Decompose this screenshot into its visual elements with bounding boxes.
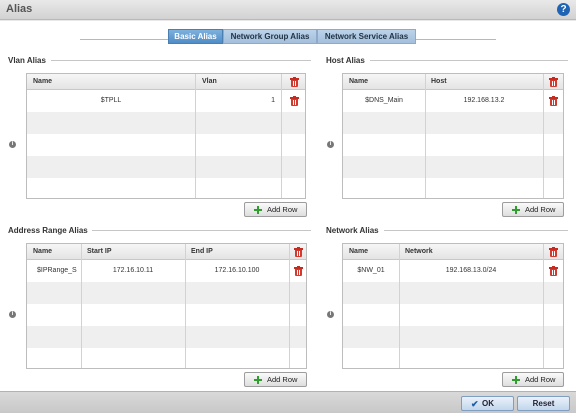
delete-all-trash-icon[interactable] — [294, 247, 303, 257]
address-range-name-cell[interactable]: $IPRange_S — [37, 260, 81, 282]
table-row-empty — [27, 326, 306, 348]
table-header — [27, 244, 306, 260]
delete-row-trash-icon[interactable] — [549, 266, 558, 276]
host-alias-title: Host Alias — [326, 56, 365, 65]
table-row-empty — [343, 304, 563, 326]
host-alias-name-cell[interactable]: $DNS_Main — [343, 90, 425, 112]
ok-button[interactable]: ✔ OK — [461, 396, 514, 411]
network-alias-name-cell[interactable]: $NW_01 — [343, 260, 399, 282]
tab-network-group-alias[interactable]: Network Group Alias — [223, 29, 317, 44]
info-icon: i — [327, 311, 334, 318]
column-header-name[interactable]: Name — [345, 244, 368, 260]
add-row-label: Add Row — [267, 375, 298, 384]
vlan-alias-vlan-cell[interactable]: 1 — [195, 90, 281, 112]
host-alias-table: Name Host $DNS_Main 192.168.13.2 — [342, 73, 564, 199]
table-row-empty — [343, 282, 563, 304]
table-row-empty — [343, 326, 563, 348]
table-row-empty — [27, 348, 306, 370]
column-header-name[interactable]: Name — [345, 74, 368, 90]
table-row-empty — [27, 282, 306, 304]
column-header-name[interactable]: Name — [29, 244, 52, 260]
delete-row-trash-icon[interactable] — [290, 96, 299, 106]
delete-all-trash-icon[interactable] — [549, 77, 558, 87]
table-row-empty — [27, 134, 305, 156]
table-row-empty — [343, 134, 563, 156]
column-header-network[interactable]: Network — [401, 244, 433, 260]
add-row-label: Add Row — [525, 375, 556, 384]
column-header-host[interactable]: Host — [427, 74, 447, 90]
address-range-start-ip-cell[interactable]: 172.16.10.11 — [81, 260, 185, 282]
table-row-empty — [343, 348, 563, 370]
add-row-label: Add Row — [267, 205, 298, 214]
network-add-row-button[interactable]: Add Row — [502, 372, 564, 387]
plus-icon — [512, 206, 520, 214]
window-title: Alias — [6, 3, 33, 15]
plus-icon — [254, 206, 262, 214]
table-row-empty — [27, 112, 305, 134]
column-header-name[interactable]: Name — [29, 74, 52, 90]
reset-label: Reset — [532, 399, 555, 408]
column-divider — [289, 244, 290, 368]
table-row-empty — [343, 178, 563, 200]
tab-basic-alias[interactable]: Basic Alias — [168, 29, 223, 44]
host-alias-host-cell[interactable]: 192.168.13.2 — [425, 90, 543, 112]
info-icon: i — [327, 141, 334, 148]
address-range-alias-title: Address Range Alias — [8, 226, 88, 235]
host-alias-rule — [370, 60, 568, 61]
delete-row-trash-icon[interactable] — [294, 266, 303, 276]
network-alias-network-cell[interactable]: 192.168.13.0/24 — [399, 260, 543, 282]
network-alias-title: Network Alias — [326, 226, 379, 235]
add-row-label: Add Row — [525, 205, 556, 214]
info-icon: i — [9, 141, 16, 148]
table-header — [27, 74, 305, 90]
table-header — [343, 74, 563, 90]
vlan-alias-rule — [51, 60, 311, 61]
network-alias-rule — [384, 230, 568, 231]
vlan-alias-table: Name Vlan $TPLL 1 — [26, 73, 306, 199]
delete-all-trash-icon[interactable] — [549, 247, 558, 257]
host-add-row-button[interactable]: Add Row — [502, 202, 564, 217]
column-header-end-ip[interactable]: End IP — [187, 244, 213, 260]
delete-row-trash-icon[interactable] — [549, 96, 558, 106]
table-row-empty — [27, 178, 305, 200]
checkmark-icon: ✔ — [471, 399, 479, 409]
table-row-empty — [343, 112, 563, 134]
delete-all-trash-icon[interactable] — [290, 77, 299, 87]
footer-bar: ✔ OK Reset — [0, 391, 576, 413]
ok-label: OK — [482, 399, 494, 408]
title-bar: Alias ? — [0, 0, 576, 20]
table-header — [343, 244, 563, 260]
reset-button[interactable]: Reset — [517, 396, 570, 411]
address-range-add-row-button[interactable]: Add Row — [244, 372, 307, 387]
help-icon[interactable]: ? — [557, 3, 570, 16]
column-header-vlan[interactable]: Vlan — [198, 74, 217, 90]
plus-icon — [254, 376, 262, 384]
plus-icon — [512, 376, 520, 384]
address-range-alias-rule — [92, 230, 311, 231]
column-divider — [543, 74, 544, 198]
vlan-alias-title: Vlan Alias — [8, 56, 46, 65]
address-range-alias-table: Name Start IP End IP $IPRange_S 172.16.1… — [26, 243, 307, 369]
column-divider — [281, 74, 282, 198]
column-header-start-ip[interactable]: Start IP — [83, 244, 112, 260]
alias-dialog: Alias ? Basic Alias Network Group Alias … — [0, 0, 576, 413]
info-icon: i — [9, 311, 16, 318]
vlan-alias-name-cell[interactable]: $TPLL — [27, 90, 195, 112]
table-row-empty — [27, 304, 306, 326]
address-range-end-ip-cell[interactable]: 172.16.10.100 — [185, 260, 289, 282]
table-row-empty — [343, 156, 563, 178]
vlan-add-row-button[interactable]: Add Row — [244, 202, 307, 217]
tab-network-service-alias[interactable]: Network Service Alias — [317, 29, 416, 44]
column-divider — [543, 244, 544, 368]
network-alias-table: Name Network $NW_01 192.168.13.0/24 — [342, 243, 564, 369]
table-row-empty — [27, 156, 305, 178]
